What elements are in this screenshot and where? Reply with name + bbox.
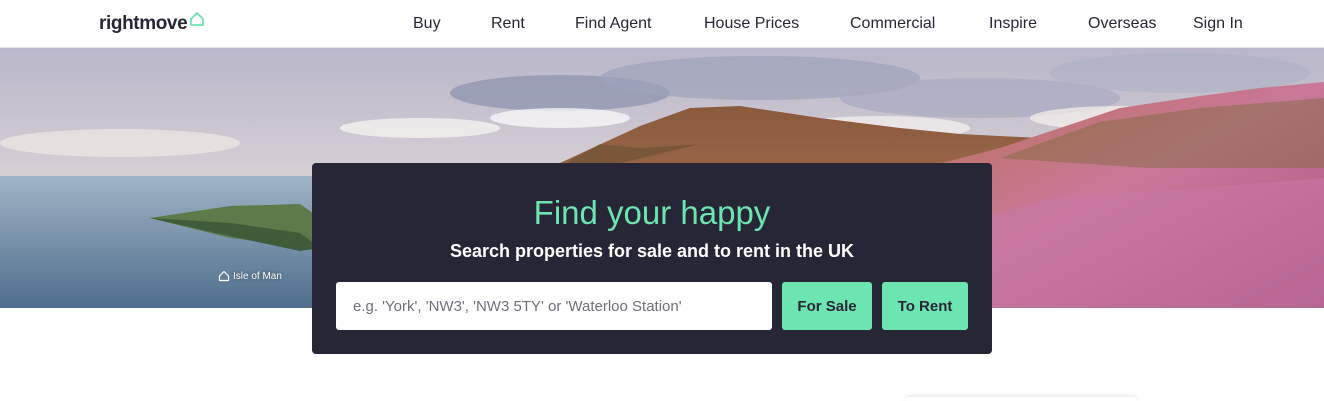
nav-rent[interactable]: Rent bbox=[491, 0, 525, 48]
rightmove-logo[interactable]: rightmove bbox=[99, 10, 205, 38]
page-subheadline: Search properties for sale and to rent i… bbox=[449, 241, 855, 261]
nav-house-prices[interactable]: House Prices bbox=[704, 0, 799, 48]
for-sale-button[interactable]: For Sale bbox=[782, 282, 872, 330]
house-outline-icon bbox=[190, 12, 205, 26]
nav-commercial[interactable]: Commercial bbox=[850, 0, 935, 48]
nav-buy[interactable]: Buy bbox=[413, 0, 441, 48]
search-panel: Find your happy Search properties for sa… bbox=[312, 163, 992, 354]
content-card-edge bbox=[905, 397, 1137, 401]
hero-location-caption: Isle of Man bbox=[218, 270, 282, 282]
page-headline: Find your happy bbox=[533, 194, 771, 231]
to-rent-button[interactable]: To Rent bbox=[882, 282, 968, 330]
hero-location-text: Isle of Man bbox=[233, 270, 282, 282]
nav-sign-in[interactable]: Sign In bbox=[1193, 0, 1243, 48]
house-outline-icon bbox=[218, 270, 230, 282]
nav-inspire[interactable]: Inspire bbox=[989, 0, 1037, 48]
site-header: rightmove Buy Rent Find Agent House Pric… bbox=[0, 0, 1324, 48]
nav-find-agent[interactable]: Find Agent bbox=[575, 0, 652, 48]
logo-wordmark: rightmove bbox=[99, 13, 188, 34]
nav-overseas[interactable]: Overseas bbox=[1088, 0, 1156, 48]
location-search-input[interactable] bbox=[336, 282, 772, 330]
